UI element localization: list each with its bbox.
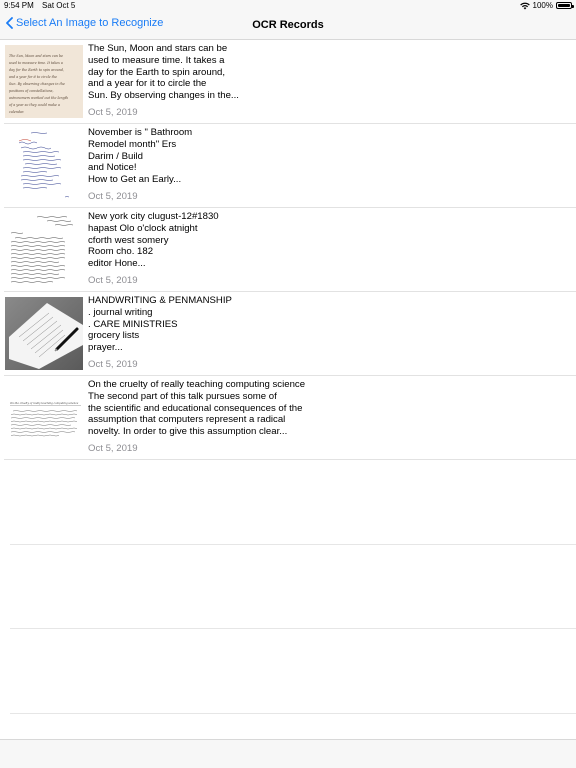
record-text: On the cruelty of really teaching comput… xyxy=(88,379,306,438)
list-separator xyxy=(10,544,576,545)
record-thumbnail xyxy=(5,129,83,202)
status-bar: 9:54 PM Sat Oct 5 100% xyxy=(0,0,576,12)
status-left: 9:54 PM Sat Oct 5 xyxy=(4,1,75,10)
record-thumbnail: The Sun, Moon and stars can be used to m… xyxy=(5,45,83,118)
page-title: OCR Records xyxy=(252,19,324,31)
record-date: Oct 5, 2019 xyxy=(88,275,138,286)
thumbnail-text-line: On the cruelty of really teaching comput… xyxy=(10,401,79,405)
record-text: November is " Bathroom Remodel month" Er… xyxy=(88,127,193,186)
list-separator xyxy=(10,713,576,714)
record-date: Oct 5, 2019 xyxy=(88,359,138,370)
record-date: Oct 5, 2019 xyxy=(88,107,138,118)
status-right: 100% xyxy=(519,1,574,10)
bottom-toolbar xyxy=(0,739,576,768)
thumbnail-text-line: Sun. By observing changes in the xyxy=(9,82,65,86)
thumbnail-text-line: of a year so they could make a xyxy=(9,103,60,107)
thumbnail-text-line: calendar. xyxy=(9,110,24,114)
navigation-bar: Select An Image to Recognize OCR Records xyxy=(0,12,576,40)
record-row[interactable]: HANDWRITING & PENMANSHIP . journal writi… xyxy=(4,292,576,376)
thumbnail-text-line: day for the Earth to spin around, xyxy=(9,68,64,72)
battery-percent: 100% xyxy=(532,1,553,10)
thumbnail-text-line: The Sun, Moon and stars can be xyxy=(9,54,63,58)
thumbnail-text-line: and a year for it to circle the xyxy=(9,75,57,79)
record-date: Oct 5, 2019 xyxy=(88,191,138,202)
record-date: Oct 5, 2019 xyxy=(88,443,138,454)
battery-icon xyxy=(556,2,574,9)
thumbnail-text-line: positions of constellations, xyxy=(9,89,54,93)
record-text: HANDWRITING & PENMANSHIP . journal writi… xyxy=(88,295,232,354)
wifi-icon xyxy=(519,2,530,9)
status-date: Sat Oct 5 xyxy=(42,1,76,10)
record-thumbnail xyxy=(5,213,83,286)
thumbnail-text-line: used to measure time. It takes a xyxy=(9,61,63,65)
status-time: 9:54 PM xyxy=(4,1,34,10)
list-separator xyxy=(10,628,576,629)
record-text: New york city clugust-12#1830 hapast Olo… xyxy=(88,211,219,270)
record-thumbnail xyxy=(5,297,83,370)
record-row[interactable]: November is " Bathroom Remodel month" Er… xyxy=(4,124,576,208)
record-thumbnail: On the cruelty of really teaching comput… xyxy=(5,381,83,454)
battery-level xyxy=(558,4,570,7)
record-text: The Sun, Moon and stars can be used to m… xyxy=(88,43,239,102)
record-row[interactable]: New york city clugust-12#1830 hapast Olo… xyxy=(4,208,576,292)
record-row[interactable]: On the cruelty of really teaching comput… xyxy=(4,376,576,460)
thumbnail-text-line: astronomers worked out the length xyxy=(9,96,68,100)
record-row[interactable]: The Sun, Moon and stars can be used to m… xyxy=(4,40,576,124)
ocr-records-list: The Sun, Moon and stars can be used to m… xyxy=(0,40,576,460)
